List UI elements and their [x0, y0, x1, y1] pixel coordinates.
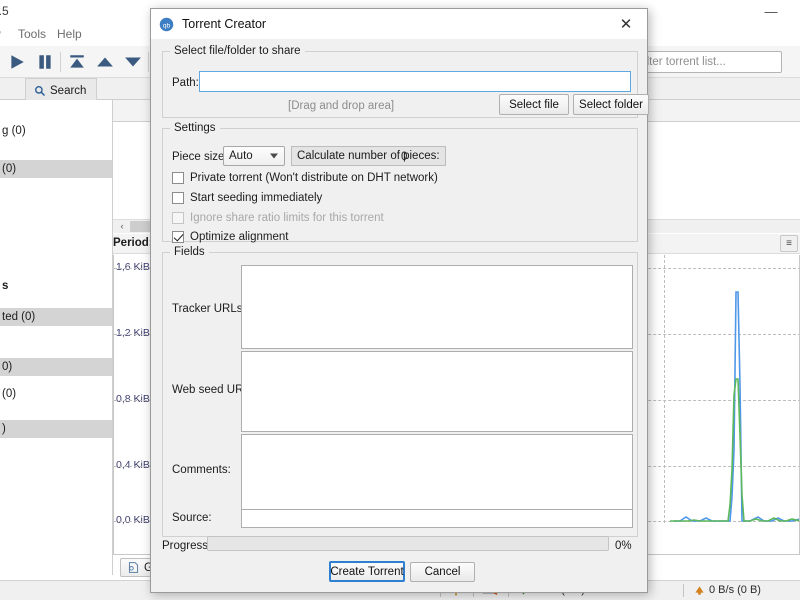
create-torrent-button[interactable]: Create Torrent	[329, 561, 405, 582]
sidebar-item-selected-2[interactable]: 0)	[0, 358, 112, 376]
checkbox-box	[172, 212, 184, 224]
upload-speed-status: 0 B/s (0 B)	[694, 584, 761, 596]
checkbox-box	[172, 231, 184, 243]
priority-up-icon[interactable]	[96, 53, 114, 71]
top-priority-icon[interactable]	[68, 53, 86, 71]
sidebar-item-3[interactable]	[0, 180, 112, 198]
app-title: 4.1.5	[0, 4, 9, 18]
tab-search[interactable]: Search	[25, 78, 98, 100]
sidebar-item-7[interactable]: (0)	[0, 385, 112, 403]
minimize-button[interactable]: —	[760, 3, 782, 21]
pause-icon[interactable]	[36, 53, 54, 71]
settings-group-title: Settings	[170, 122, 220, 134]
sidebar-header-categories: s	[0, 277, 112, 295]
close-icon[interactable]: ✕	[605, 9, 647, 39]
upload-speed-value: 0 B/s (0 B)	[709, 584, 761, 596]
dialog-titlebar: qb Torrent Creator ✕	[151, 9, 647, 39]
path-input[interactable]	[199, 71, 631, 92]
priority-down-icon[interactable]	[124, 53, 142, 71]
chevron-down-icon	[270, 153, 278, 159]
sidebar-item-selected-1[interactable]: (0)	[0, 160, 112, 178]
path-label: Path:	[172, 77, 199, 89]
qbittorrent-logo-icon: qb	[159, 17, 174, 31]
torrent-creator-dialog: qb Torrent Creator ✕ Select file/folder …	[150, 8, 649, 593]
comments-label: Comments:	[172, 464, 231, 476]
calculate-pieces-button[interactable]: Calculate number of pieces:	[291, 146, 446, 166]
source-label: Source:	[172, 512, 212, 524]
upload-arrow-icon	[695, 585, 704, 595]
sidebar-header-label: s	[2, 280, 9, 292]
select-file-group-title: Select file/folder to share	[170, 45, 305, 57]
svg-text:qb: qb	[163, 22, 171, 29]
start-seeding-label: Start seeding immediately	[190, 192, 323, 204]
pieces-count-value: 0	[401, 151, 408, 163]
piece-size-value: Auto	[229, 150, 253, 162]
piece-size-select[interactable]: Auto	[223, 146, 285, 166]
chart-settings-icon	[128, 562, 139, 573]
calculate-pieces-label: Calculate number of pieces:	[297, 150, 440, 162]
ignore-share-ratio-label: Ignore share ratio limits for this torre…	[190, 212, 384, 224]
menu-item-tools[interactable]: Tools	[18, 27, 46, 41]
search-icon	[35, 86, 46, 97]
sidebar-item-downloading[interactable]: g (0)	[0, 122, 112, 140]
optimize-alignment-label: Optimize alignment	[190, 231, 289, 243]
tab-search-label: Search	[50, 85, 87, 97]
tracker-urls-textarea[interactable]	[241, 265, 633, 349]
sidebar-item-label: (0)	[2, 163, 17, 175]
drag-and-drop-hint: [Drag and drop area]	[288, 100, 395, 112]
filter-torrent-placeholder: Filter torrent list...	[637, 56, 726, 68]
checkbox-box	[172, 172, 184, 184]
select-folder-button[interactable]: Select folder	[573, 94, 649, 115]
dialog-title: Torrent Creator	[182, 17, 267, 31]
scroll-left-button[interactable]: ‹	[115, 220, 129, 233]
source-input[interactable]	[241, 509, 633, 528]
piece-size-label: Piece size:	[172, 151, 228, 163]
cancel-button[interactable]: Cancel	[410, 562, 475, 582]
comments-textarea[interactable]	[241, 434, 633, 512]
filter-sidebar: g (0) (0) s ted (0) 0) (0) )	[0, 100, 113, 575]
tracker-urls-label: Tracker URLs:	[172, 303, 246, 315]
sidebar-item-selected-3[interactable]: )	[0, 420, 112, 438]
ignore-share-ratio-checkbox: Ignore share ratio limits for this torre…	[172, 212, 384, 224]
sidebar-item-label: ted (0)	[2, 311, 36, 323]
progress-label: Progress:	[162, 540, 212, 552]
checkbox-box	[172, 192, 184, 204]
private-torrent-label: Private torrent (Won't distribute on DHT…	[190, 172, 438, 184]
optimize-alignment-checkbox[interactable]: Optimize alignment	[172, 231, 288, 243]
graph-settings-button[interactable]: ≡	[780, 235, 798, 252]
menu-item-help[interactable]: Help	[57, 27, 82, 41]
progress-percent: 0%	[615, 540, 632, 552]
web-seed-urls-textarea[interactable]	[241, 351, 633, 432]
sidebar-item-label: )	[2, 423, 6, 435]
sidebar-item-label: 0)	[2, 361, 13, 373]
progress-bar	[207, 536, 609, 551]
private-torrent-checkbox[interactable]: Private torrent (Won't distribute on DHT…	[172, 172, 438, 184]
sidebar-item-label: (0)	[2, 388, 17, 400]
period-label: Period:	[113, 237, 153, 249]
start-seeding-checkbox[interactable]: Start seeding immediately	[172, 192, 322, 204]
sidebar-item-label: g (0)	[2, 125, 26, 137]
play-icon[interactable]	[8, 53, 26, 71]
fields-group-title: Fields	[170, 246, 209, 258]
sidebar-item-uncategorized[interactable]: ted (0)	[0, 308, 112, 326]
menu-item-view[interactable]: w	[0, 27, 1, 41]
select-file-button[interactable]: Select file	[499, 94, 569, 115]
